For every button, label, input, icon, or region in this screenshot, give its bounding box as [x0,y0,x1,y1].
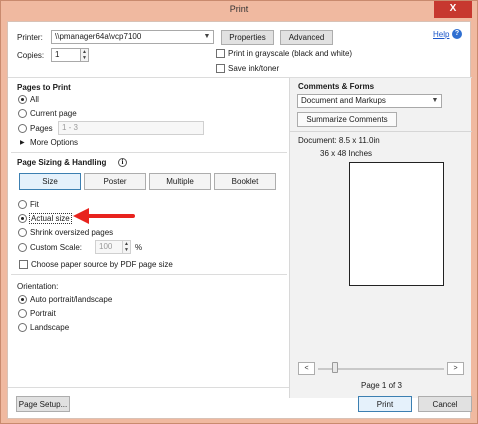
copies-label: Copies: [17,51,45,60]
section-divider [11,274,287,275]
chevron-right-icon[interactable]: ▶ [20,139,25,146]
red-arrow-annotation [73,208,135,224]
custom-scale-unit: % [135,243,143,252]
printer-select-value: \\pmanager64a\vcp7100 [55,32,142,41]
page-preview [349,162,444,286]
info-icon[interactable]: i [118,158,127,167]
left-panel: Pages to Print All Current page Pages 1 … [11,78,287,366]
sheet-size-label: 36 x 48 Inches [320,149,373,158]
booklet-button[interactable]: Booklet [214,173,276,190]
advanced-button[interactable]: Advanced [280,30,333,45]
paper-source-label: Choose paper source by PDF page size [31,260,173,269]
close-button[interactable]: X [434,1,472,18]
previous-page-button[interactable]: < [298,362,315,375]
custom-scale-input[interactable]: 100 [95,240,123,254]
chevron-down-icon: ▼ [431,97,439,104]
document-size-label: Document: 8.5 x 11.0in [298,136,380,145]
save-ink-label: Save ink/toner [228,64,280,73]
orientation-auto-radio[interactable] [18,295,27,304]
chevron-down-icon: ▼ [203,33,211,40]
orientation-landscape-radio[interactable] [18,323,27,332]
orientation-auto-label: Auto portrait/landscape [30,295,113,304]
shrink-radio[interactable] [18,228,27,237]
pages-all-label: All [30,95,39,104]
properties-button[interactable]: Properties [221,30,274,45]
grayscale-checkbox[interactable] [216,49,225,58]
actual-size-radio[interactable] [18,214,27,223]
section-divider [290,131,472,132]
orientation-portrait-radio[interactable] [18,309,27,318]
comments-forms-header: Comments & Forms [298,82,375,91]
print-button[interactable]: Print [358,396,412,412]
dialog-body: Printer: \\pmanager64a\vcp7100 ▼ Propert… [7,21,472,419]
cancel-button[interactable]: Cancel [418,396,472,412]
poster-button[interactable]: Poster [84,173,146,190]
actual-size-label: Actual size [29,213,72,224]
right-panel: Comments & Forms Document and Markups ▼ … [289,78,472,398]
size-button[interactable]: Size [19,173,81,190]
pages-range-radio[interactable] [18,124,27,133]
pages-range-input[interactable]: 1 - 3 [58,121,204,135]
pages-all-radio[interactable] [18,95,27,104]
grayscale-label: Print in grayscale (black and white) [228,49,353,58]
window-title: Print [229,4,249,14]
comments-forms-value: Document and Markups [301,96,386,105]
orientation-portrait-label: Portrait [30,309,56,318]
custom-scale-stepper[interactable]: ▲ ▼ [123,240,131,254]
page-sizing-header: Page Sizing & Handling [17,158,107,167]
custom-scale-label: Custom Scale: [30,243,83,252]
orientation-header: Orientation: [17,282,59,291]
summarize-comments-button[interactable]: Summarize Comments [297,112,397,127]
printer-select[interactable]: \\pmanager64a\vcp7100 ▼ [51,30,214,44]
shrink-label: Shrink oversized pages [30,228,114,237]
multiple-button[interactable]: Multiple [149,173,211,190]
copies-stepper[interactable]: ▲ ▼ [81,48,89,62]
page-slider-thumb[interactable] [332,362,338,373]
more-options-link[interactable]: More Options [30,138,78,147]
page-setup-button[interactable]: Page Setup... [16,396,70,412]
page-indicator: Page 1 of 3 [361,381,402,390]
orientation-landscape-label: Landscape [30,323,70,332]
title-bar: Print X [1,1,477,20]
pages-current-radio[interactable] [18,109,27,118]
print-dialog: Print X Printer: \\pmanager64a\vcp7100 ▼… [0,0,478,424]
next-page-button[interactable]: > [447,362,464,375]
section-divider [11,152,287,153]
comments-forms-select[interactable]: Document and Markups ▼ [297,94,442,108]
save-ink-checkbox[interactable] [216,64,225,73]
fit-radio[interactable] [18,200,27,209]
copies-input[interactable]: 1 [51,48,81,62]
footer-divider [8,387,289,388]
pages-range-label: Pages [30,124,53,133]
custom-scale-radio[interactable] [18,243,27,252]
paper-source-checkbox[interactable] [19,260,28,269]
fit-label: Fit [30,200,39,209]
pages-to-print-header: Pages to Print [17,83,71,92]
printer-label: Printer: [17,33,43,42]
pages-current-label: Current page [30,109,77,118]
help-link[interactable]: Help [433,30,449,39]
question-circle-icon[interactable]: ? [452,29,462,39]
